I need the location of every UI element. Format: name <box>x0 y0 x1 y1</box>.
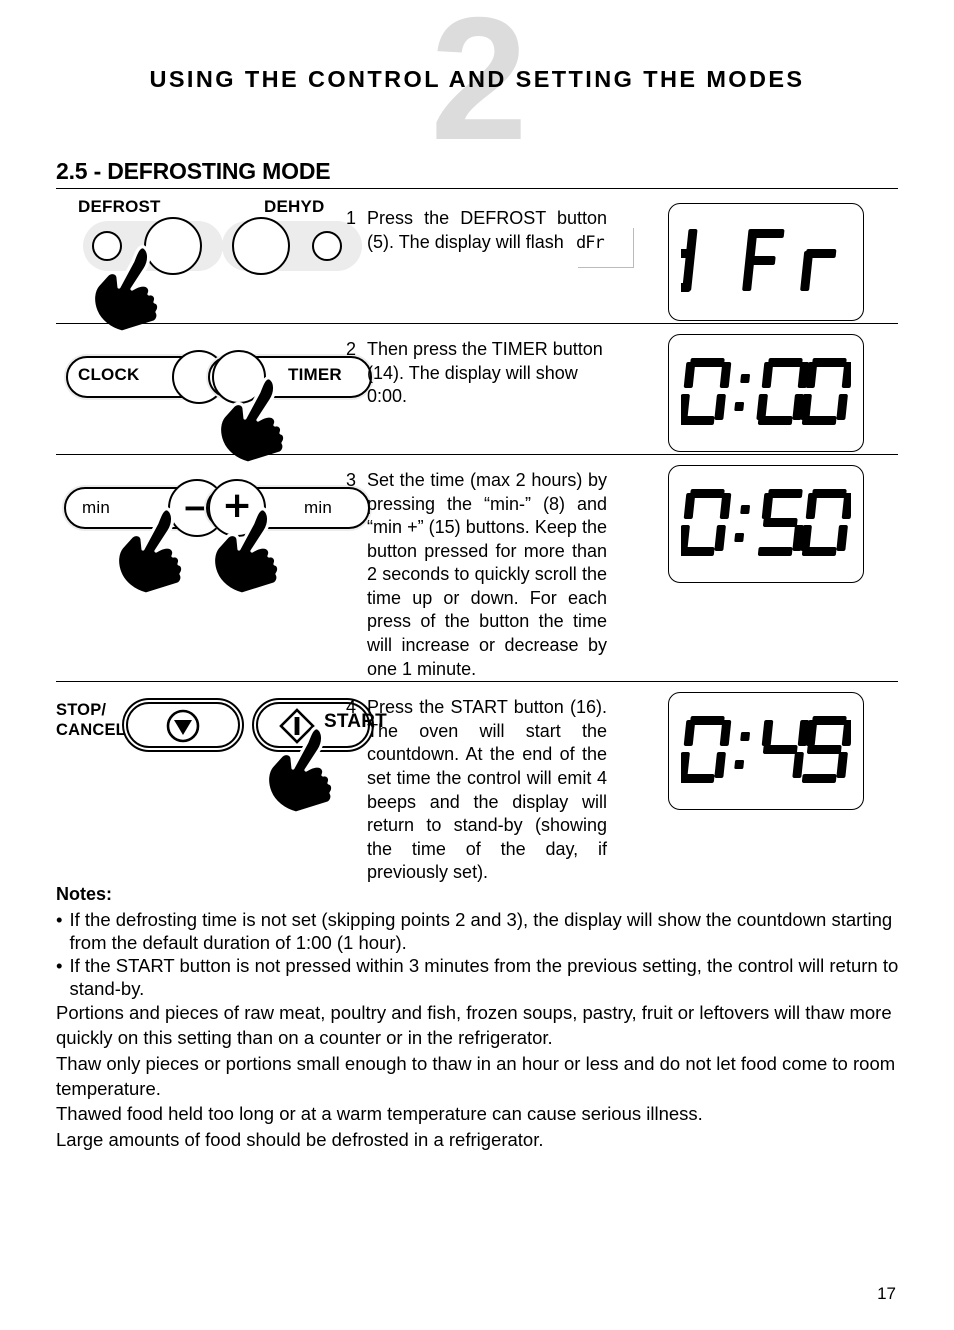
bullet-icon: • <box>56 955 63 977</box>
control-panel-illustration-start: STOP/ CANCEL START <box>56 682 387 850</box>
stop-cancel-label-line1: STOP/ <box>56 701 107 720</box>
note-text: If the START button is not pressed withi… <box>69 955 899 999</box>
min-minus-label: min <box>82 498 110 517</box>
defrost-button-label: DEFROST <box>78 197 161 216</box>
body-paragraphs: Portions and pieces of raw meat, poultry… <box>56 1000 902 1152</box>
page-number: 17 <box>877 1284 896 1303</box>
paragraph: Large amounts of food should be defroste… <box>56 1128 544 1150</box>
step-row: CLOCK TIMER 2 Then press the TIMER butto… <box>56 323 898 464</box>
notes-section: Notes: • If the defrosting time is not s… <box>56 884 902 1001</box>
page-title: USING THE CONTROL AND SETTING THE MODES <box>149 66 805 92</box>
paragraph: Thaw only pieces or portions small enoug… <box>56 1052 896 1100</box>
step-row: STOP/ CANCEL START 4 Press the START but… <box>56 681 898 885</box>
display-cell <box>634 193 898 321</box>
step-text-block: 4 Press the START button (16). The oven … <box>346 682 634 885</box>
timer-button-label: TIMER <box>288 365 342 384</box>
section-title: 2.5 - DEFROSTING MODE <box>56 158 331 184</box>
paragraph: Thawed food held too long or at a warm t… <box>56 1103 703 1125</box>
step-number: 4 <box>346 697 357 718</box>
lcd-segment-text-dfr <box>681 229 837 292</box>
lcd-segment-text-050 <box>681 489 851 556</box>
pointing-hand-icon <box>208 503 280 595</box>
control-panel-illustration-timer: CLOCK TIMER <box>56 324 374 464</box>
step-instruction: Press the DEFROST button (5). The displa… <box>367 208 608 252</box>
lcd-display <box>668 465 864 583</box>
notes-heading: Notes: <box>56 884 113 904</box>
clock-button-label: CLOCK <box>78 365 140 384</box>
display-cell <box>634 682 898 811</box>
paragraph: Portions and pieces of raw meat, poultry… <box>56 1002 892 1049</box>
note-text: If the defrosting time is not set (skipp… <box>69 909 893 953</box>
steps-table: DEFROST DEHYD 1 Press the DEFROST button… <box>56 193 898 885</box>
step-row: − min + min 3 Set the time (max 2 hours)… <box>56 454 898 681</box>
note-item: • If the defrosting time is not set (ski… <box>56 909 902 954</box>
lcd-display <box>668 692 864 811</box>
pointing-hand-icon <box>214 372 286 464</box>
dehyd-button-label: DEHYD <box>264 197 325 216</box>
control-panel-illustration-defrost: DEFROST DEHYD <box>56 193 362 333</box>
note-item: • If the START button is not pressed wit… <box>56 955 902 1000</box>
display-cell <box>634 324 898 452</box>
control-panel-illustration-minus-plus: − min + min <box>56 455 372 633</box>
stop-cancel-label-line2: CANCEL <box>56 721 126 740</box>
lcd-display <box>668 203 864 321</box>
bullet-icon: • <box>56 909 63 930</box>
display-cell <box>634 455 898 583</box>
overlay-artifact-text: dFr <box>576 233 605 253</box>
page-header: 2 USING THE CONTROL AND SETTING THE MODE… <box>0 0 954 167</box>
pointing-hand-icon <box>88 241 160 333</box>
step-instruction: Set the time (max 2 hours) by pressing t… <box>367 470 608 679</box>
lcd-segment-text-000 <box>681 358 851 425</box>
step-text-block: 2 Then press the TIMER button (14). The … <box>346 324 634 409</box>
step-number: 2 <box>346 339 357 359</box>
step-number: 3 <box>346 470 357 490</box>
section-divider <box>56 188 898 189</box>
lcd-display <box>668 334 864 452</box>
dehyd-indicator-light <box>312 231 342 261</box>
dehyd-button[interactable] <box>232 217 290 275</box>
step-row: DEFROST DEHYD 1 Press the DEFROST button… <box>56 193 898 333</box>
lcd-segment-text-049 <box>681 716 851 784</box>
pointing-hand-icon <box>112 503 184 595</box>
pointing-hand-icon <box>262 722 334 815</box>
stop-icon <box>166 709 200 743</box>
step-text-block: 3 Set the time (max 2 hours) by pressing… <box>346 455 634 681</box>
step-number: 1 <box>346 208 357 228</box>
min-plus-label: min <box>304 498 332 517</box>
step-instruction: Press the START button (16). The oven wi… <box>367 697 608 883</box>
manual-page: 2 USING THE CONTROL AND SETTING THE MODE… <box>0 0 954 1330</box>
step-instruction: Then press the TIMER button (14). The di… <box>367 339 603 407</box>
